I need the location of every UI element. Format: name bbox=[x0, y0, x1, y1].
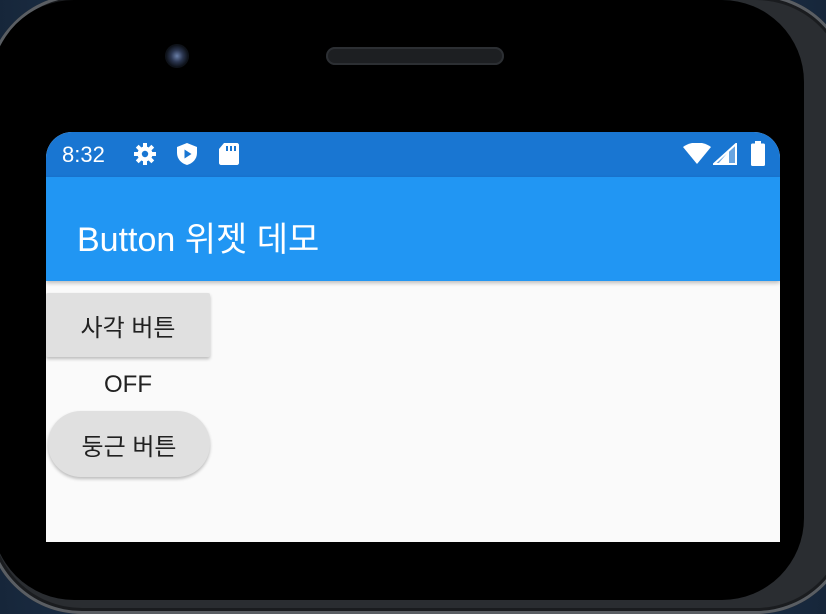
front-camera bbox=[165, 44, 189, 68]
rect-button[interactable]: 사각 버튼 bbox=[46, 293, 210, 357]
status-time: 8:32 bbox=[62, 142, 105, 167]
sd-card-icon bbox=[218, 142, 240, 166]
battery-icon bbox=[751, 141, 765, 166]
phone-screen: 8:32 Button 위젯 데모 사각 버튼 OFF 둥근 버튼 bbox=[46, 132, 780, 542]
cell-signal-icon bbox=[713, 143, 737, 165]
round-button[interactable]: 둥근 버튼 bbox=[48, 411, 210, 477]
page-title: Button 위젯 데모 bbox=[77, 221, 320, 259]
state-text: OFF bbox=[104, 371, 152, 398]
wifi-icon bbox=[683, 143, 711, 165]
status-bar: 8:32 bbox=[46, 132, 780, 177]
shield-play-icon bbox=[175, 142, 199, 166]
gear-icon bbox=[133, 142, 157, 166]
app-bar: Button 위젯 데모 bbox=[46, 177, 780, 281]
earpiece-speaker bbox=[326, 47, 504, 65]
